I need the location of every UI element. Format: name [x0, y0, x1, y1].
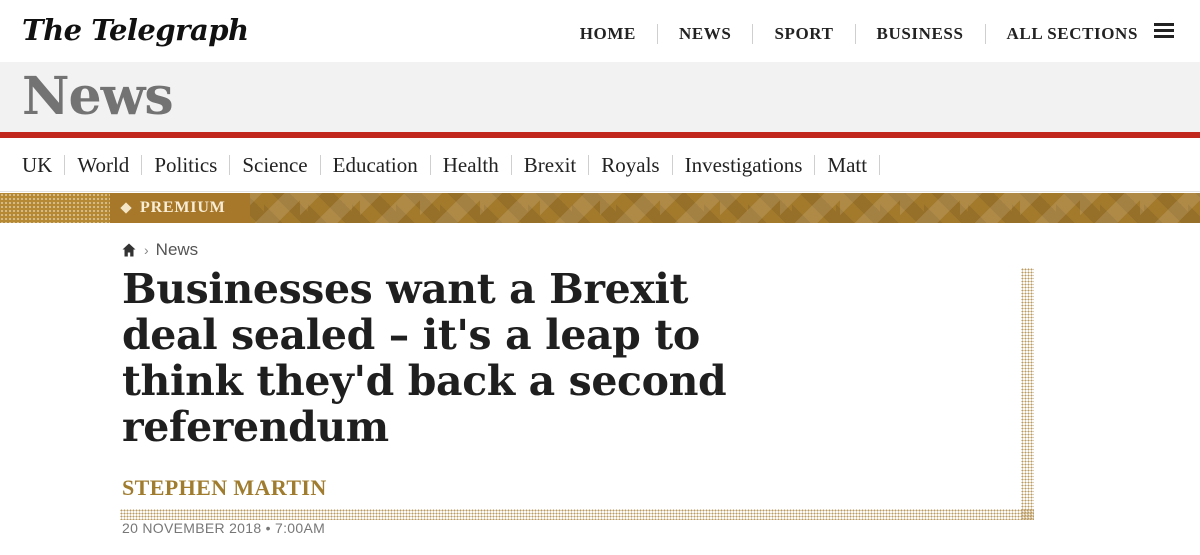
subnav-item-matt[interactable]: Matt	[815, 154, 881, 175]
hamburger-menu-icon[interactable]	[1154, 23, 1174, 39]
publish-date: 20 NOVEMBER 2018 • 7:00AM	[122, 520, 326, 536]
section-title[interactable]: News	[22, 66, 174, 127]
nav-home[interactable]: HOME	[559, 24, 658, 44]
subnav-item-uk[interactable]: UK	[10, 154, 66, 175]
decorative-frame-right	[1021, 268, 1034, 520]
home-icon[interactable]	[122, 243, 136, 257]
nav-sport[interactable]: SPORT	[753, 24, 856, 44]
subnav-item-health[interactable]: Health	[431, 154, 512, 175]
subnav-item-education[interactable]: Education	[321, 154, 431, 175]
subnav-item-royals[interactable]: Royals	[589, 154, 673, 175]
article-headline: Businesses want a Brexit deal sealed – i…	[122, 265, 727, 451]
breadcrumb-separator: ›	[144, 242, 149, 258]
premium-pattern	[0, 193, 110, 223]
nav-news[interactable]: NEWS	[658, 24, 754, 44]
site-logo[interactable]: The Telegraph	[22, 13, 249, 47]
subnav-item-science[interactable]: Science	[230, 154, 321, 175]
section-subnav: UK World Politics Science Education Heal…	[0, 138, 1200, 192]
diamond-icon	[120, 202, 132, 214]
nav-business[interactable]: BUSINESS	[856, 24, 986, 44]
premium-label: PREMIUM	[140, 199, 226, 216]
breadcrumb-news-link[interactable]: News	[156, 240, 199, 260]
site-header: The Telegraph HOME NEWS SPORT BUSINESS A…	[0, 0, 1200, 62]
subnav-item-investigations[interactable]: Investigations	[673, 154, 816, 175]
premium-badge: PREMIUM	[110, 193, 250, 223]
top-navigation: HOME NEWS SPORT BUSINESS ALL SECTIONS	[559, 24, 1138, 44]
decorative-frame-bottom	[120, 509, 1034, 520]
subnav-item-brexit[interactable]: Brexit	[512, 154, 590, 175]
section-banner: News	[0, 62, 1200, 132]
subnav-item-world[interactable]: World	[65, 154, 143, 175]
breadcrumb: › News	[122, 240, 198, 260]
nav-all-sections[interactable]: ALL SECTIONS	[986, 24, 1138, 44]
author-byline[interactable]: STEPHEN MARTIN	[122, 475, 327, 501]
subnav-item-politics[interactable]: Politics	[142, 154, 231, 175]
